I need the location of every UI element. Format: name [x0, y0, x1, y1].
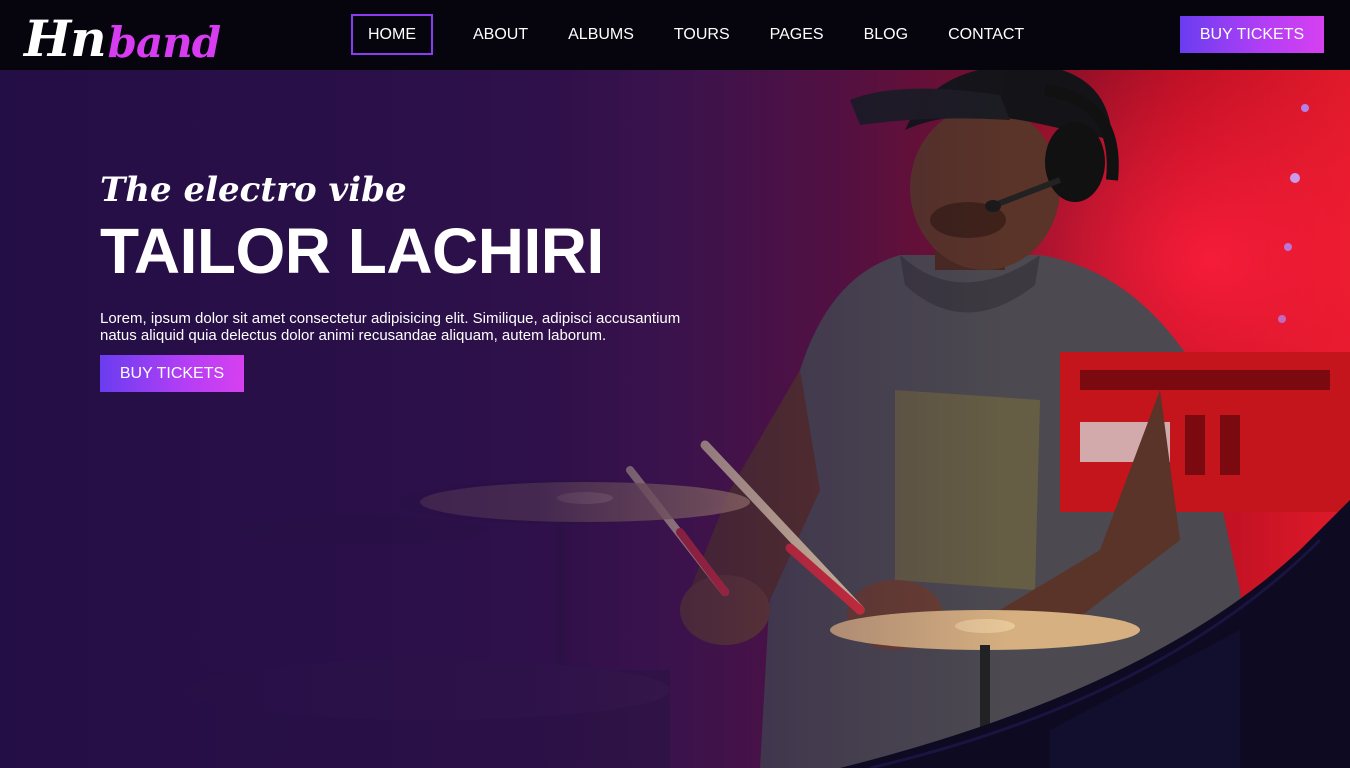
header-buy-tickets-button[interactable]: BUY TICKETS	[1180, 16, 1324, 53]
nav-item-blog[interactable]: BLOG	[864, 14, 908, 55]
hero-banner: The electro vibe TAILOR LACHIRI Lorem, i…	[0, 70, 1350, 768]
logo-text-part2: band	[107, 18, 221, 67]
decorative-curve-shape	[840, 500, 1350, 768]
nav-item-tours[interactable]: TOURS	[674, 14, 730, 55]
brand-logo[interactable]: Hn band	[24, 4, 221, 68]
nav-item-home[interactable]: HOME	[351, 14, 433, 55]
nav-item-contact[interactable]: CONTACT	[948, 14, 1024, 55]
nav-item-pages[interactable]: PAGES	[770, 14, 824, 55]
logo-text-part1: Hn	[24, 9, 107, 68]
nav-item-albums[interactable]: ALBUMS	[568, 14, 634, 55]
top-navigation-bar: Hn band HOME ABOUT ALBUMS TOURS PAGES BLO…	[0, 0, 1350, 70]
main-menu: HOME ABOUT ALBUMS TOURS PAGES BLOG CONTA…	[351, 14, 1064, 55]
nav-item-about[interactable]: ABOUT	[473, 14, 528, 55]
